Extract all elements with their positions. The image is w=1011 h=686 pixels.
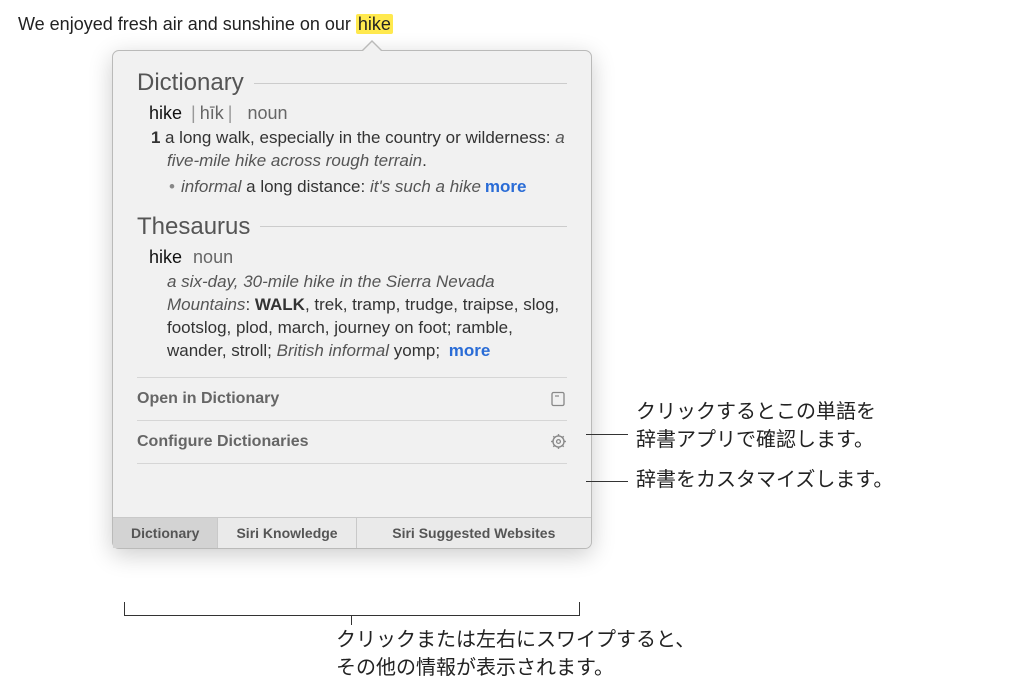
- annotation-open: クリックするとこの単語を 辞書アプリで確認します。: [636, 398, 876, 454]
- dictionary-app-icon: [549, 390, 567, 408]
- def-period: .: [422, 151, 427, 170]
- bullet-icon: •: [169, 177, 175, 196]
- tab-siri-suggested-websites[interactable]: Siri Suggested Websites: [357, 518, 591, 548]
- headword: hike: [149, 103, 182, 123]
- more-link[interactable]: more: [449, 341, 491, 360]
- callout-line: [586, 481, 628, 482]
- definition-block: 1a long walk, especially in the country …: [149, 127, 567, 199]
- tab-dictionary[interactable]: Dictionary: [113, 518, 218, 548]
- dictionary-heading-label: Dictionary: [137, 69, 244, 97]
- spacer: [137, 463, 567, 511]
- divider: [254, 83, 567, 84]
- thesaurus-pos: noun: [193, 247, 233, 267]
- highlighted-word[interactable]: hike: [356, 14, 393, 34]
- pron-close: |: [228, 103, 233, 123]
- gear-icon: [549, 433, 567, 451]
- configure-dictionaries-label: Configure Dictionaries: [137, 433, 309, 451]
- open-in-dictionary-label: Open in Dictionary: [137, 390, 279, 408]
- thesaurus-heading-label: Thesaurus: [137, 213, 250, 241]
- callout-bracket: [124, 602, 580, 616]
- tab-siri-knowledge[interactable]: Siri Knowledge: [218, 518, 356, 548]
- primary-synonym: WALK: [255, 295, 305, 314]
- pron-open: |: [191, 103, 196, 123]
- open-in-dictionary-row[interactable]: Open in Dictionary: [137, 377, 567, 420]
- british-word: yomp;: [389, 341, 445, 360]
- configure-dictionaries-row[interactable]: Configure Dictionaries: [137, 420, 567, 463]
- thesaurus-headword: hike: [149, 247, 182, 267]
- callout-line: [586, 434, 628, 435]
- dictionary-heading: Dictionary: [137, 69, 567, 97]
- dictionary-entry: hike |hīk| noun 1a long walk, especially…: [137, 103, 567, 199]
- thesaurus-heading: Thesaurus: [137, 213, 567, 241]
- word-line: hike |hīk| noun: [149, 103, 567, 124]
- definition-text: a long walk, especially in the country o…: [165, 128, 555, 147]
- sub-def-text: a long distance:: [241, 177, 370, 196]
- sub-definition: • informal a long distance: it's such a h…: [167, 176, 567, 199]
- divider: [260, 226, 567, 227]
- annotation-tabs: クリックまたは左右にスワイプすると、 その他の情報が表示されます。: [336, 626, 695, 682]
- def-number: 1: [151, 127, 165, 150]
- annotation-configure: 辞書をカスタマイズします。: [636, 466, 893, 494]
- thesaurus-body: a six-day, 30-mile hike in the Sierra Ne…: [149, 271, 567, 363]
- callout-bracket-drop: [351, 615, 352, 625]
- part-of-speech: noun: [247, 103, 287, 123]
- sub-def-example: it's such a hike: [370, 177, 481, 196]
- register-tag: informal: [181, 177, 241, 196]
- colon: :: [245, 295, 254, 314]
- pronunciation: hīk: [200, 103, 224, 123]
- sentence-text: We enjoyed fresh air and sunshine on our: [18, 14, 356, 34]
- source-sentence: We enjoyed fresh air and sunshine on our…: [18, 14, 393, 35]
- british-tag: British informal: [277, 341, 389, 360]
- thesaurus-word-line: hike noun: [149, 247, 567, 268]
- lookup-popover: Dictionary hike |hīk| noun 1a long walk,…: [112, 50, 592, 549]
- thesaurus-entry: hike noun a six-day, 30-mile hike in the…: [137, 247, 567, 363]
- more-link[interactable]: more: [485, 177, 527, 196]
- source-tabs: Dictionary Siri Knowledge Siri Suggested…: [113, 517, 591, 548]
